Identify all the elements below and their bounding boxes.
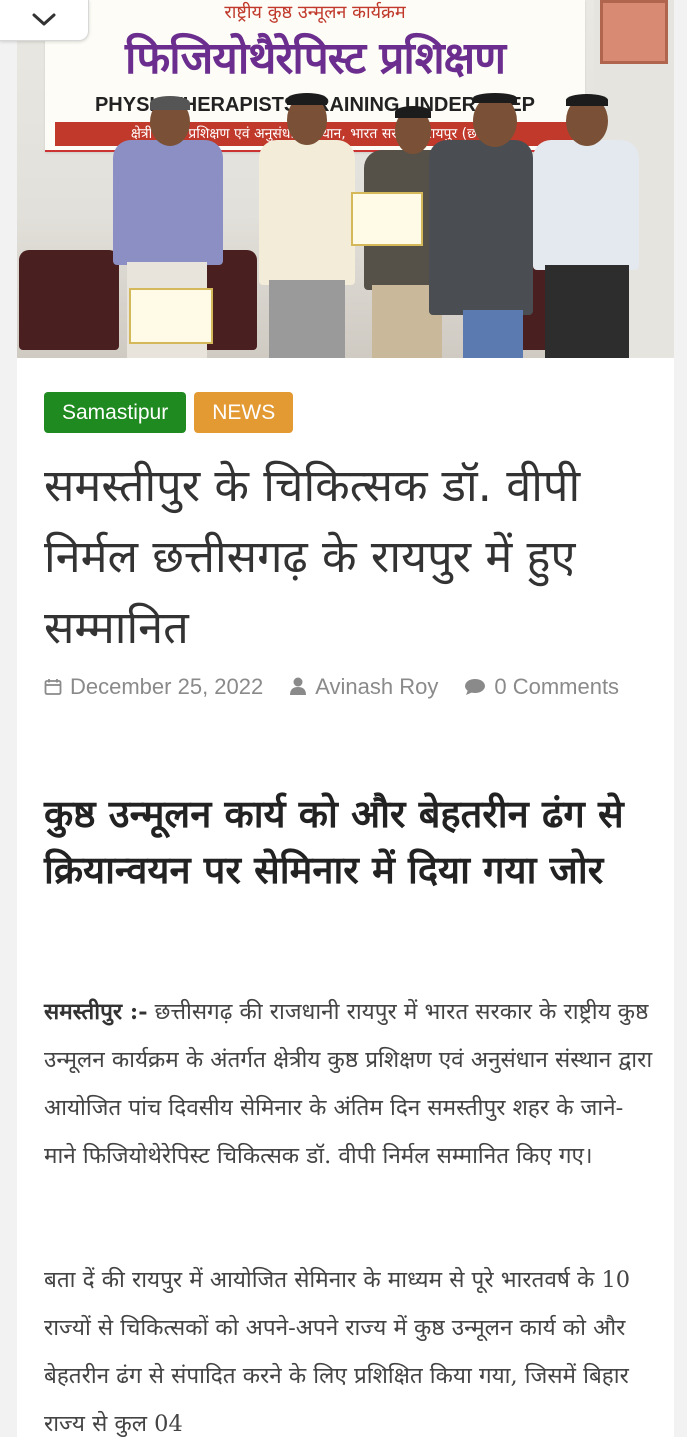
tag-news[interactable]: NEWS	[194, 392, 294, 433]
article-card: राष्ट्रीय कुष्ठ उन्मूलन कार्यक्रम फिजियो…	[17, 0, 674, 1437]
article-paragraph-1: समस्तीपुर :- छत्तीसगढ़ की राजधानी रायपुर…	[44, 988, 654, 1180]
post-comments-link[interactable]: 0 Comments	[494, 674, 619, 699]
tag-samastipur[interactable]: Samastipur	[44, 392, 187, 433]
comment-icon	[464, 666, 486, 712]
post-date[interactable]: December 25, 2022	[70, 674, 263, 699]
banner-title: फिजियोथैरेपिस्ट प्रशिक्षण	[124, 33, 506, 84]
article-title: समस्तीपुर के चिकित्सक डॉ. वीपी निर्मल छत…	[44, 459, 581, 654]
category-tags: Samastipur NEWS	[44, 392, 294, 433]
featured-image: राष्ट्रीय कुष्ठ उन्मूलन कार्यक्रम फिजियो…	[17, 0, 674, 358]
article-paragraph-2: बता दें की रायपुर में आयोजित सेमिनार के …	[44, 1267, 631, 1437]
chevron-down-icon	[32, 13, 56, 26]
article-subheadline: कुष्ठ उन्मूलन कार्य को और बेहतरीन ढंग से…	[44, 792, 624, 892]
article-meta: December 25, 2022 Avinash Roy 0 Comments	[44, 664, 654, 712]
article-dateline: समस्तीपुर :-	[44, 999, 148, 1025]
collapse-toggle-button[interactable]	[0, 0, 89, 41]
user-icon	[289, 666, 307, 712]
post-author[interactable]: Avinash Roy	[315, 674, 438, 699]
banner-top-text: राष्ट्रीय कुष्ठ उन्मूलन कार्यक्रम	[224, 2, 406, 23]
calendar-icon	[44, 666, 62, 712]
